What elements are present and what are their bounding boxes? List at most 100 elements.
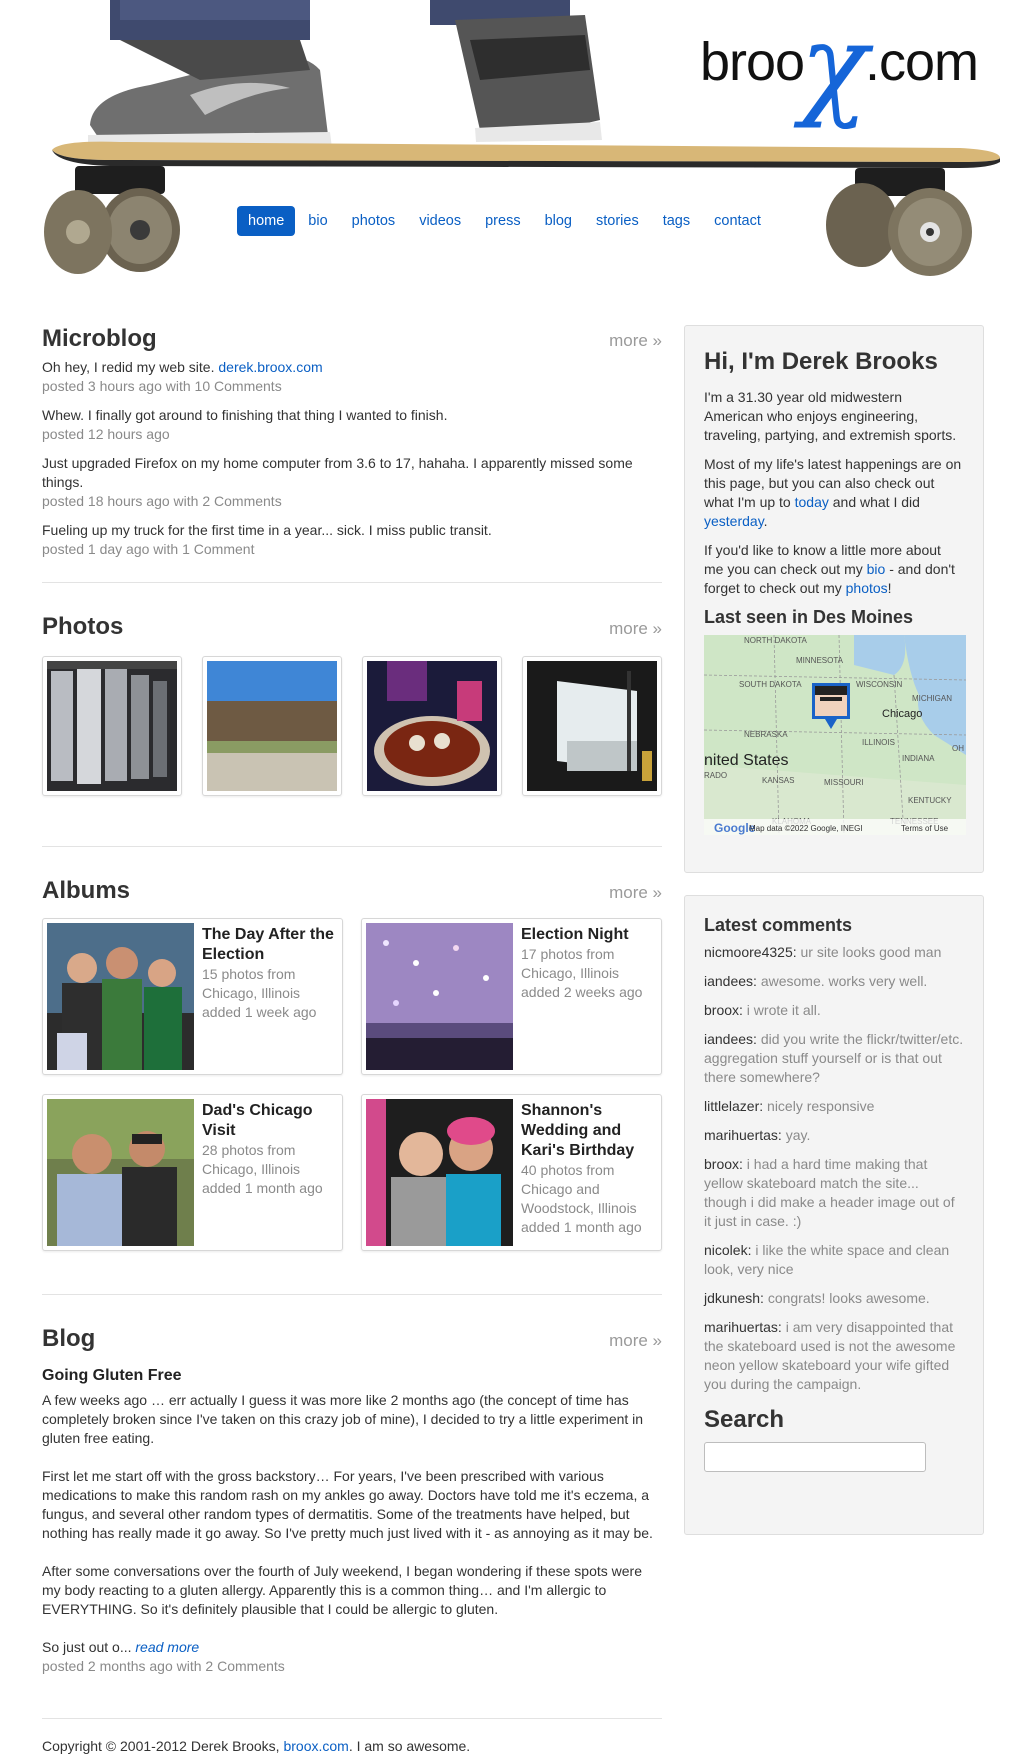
about-p3: If you'd like to know a little more abou… <box>704 541 964 598</box>
comment-user[interactable]: jdkunesh: <box>704 1290 764 1306</box>
about-box: Hi, I'm Derek Brooks I'm a 31.30 year ol… <box>684 325 984 873</box>
blog-section: Blog more » Going Gluten Free A few week… <box>42 1320 662 1676</box>
comment-user[interactable]: broox: <box>704 1156 743 1172</box>
map-label: MISSOURI <box>824 778 864 787</box>
map-attribution: Map data ©2022 Google, INEGI <box>749 824 863 833</box>
comment-text: nicely responsive <box>763 1098 875 1114</box>
album-place: Chicago, Illinois <box>202 985 301 1001</box>
site-footer: Copyright © 2001-2012 Derek Brooks, broo… <box>42 1718 662 1756</box>
comment-text: congrats! looks awesome. <box>763 1290 930 1306</box>
blog-paragraph: After some conversations over the fourth… <box>42 1563 642 1617</box>
map-label: OH <box>952 744 964 753</box>
yesterday-link[interactable]: yesterday <box>704 513 764 529</box>
album-card[interactable]: Dad's Chicago Visit 28 photos from Chica… <box>42 1094 343 1251</box>
micro-item: Fueling up my truck for the first time i… <box>42 521 662 559</box>
blog-paragraph: First let me start off with the gross ba… <box>42 1468 653 1541</box>
bio-link[interactable]: bio <box>867 561 886 577</box>
nav-stories[interactable]: stories <box>585 206 650 236</box>
blog-excerpt-end: So just out o... <box>42 1639 136 1655</box>
album-count: 15 photos from <box>202 966 296 982</box>
main-column: Microblog more » Oh hey, I redid my web … <box>42 320 662 1676</box>
search-title: Search <box>704 1406 785 1433</box>
comment-user[interactable]: littlelazer: <box>704 1098 763 1114</box>
micro-meta: posted 1 day ago with 1 Comment <box>42 541 255 557</box>
search-input[interactable] <box>704 1442 926 1472</box>
album-card[interactable]: The Day After the Election 15 photos fro… <box>42 918 343 1075</box>
map-label: MINNESOTA <box>796 656 844 665</box>
photo-thumb-tanks[interactable] <box>42 656 182 796</box>
nav-bio[interactable]: bio <box>297 206 338 236</box>
micro-text: Just upgraded Firefox on my home compute… <box>42 455 633 490</box>
microblog-title: Microblog <box>42 325 157 352</box>
micro-link[interactable]: derek.broox.com <box>218 359 322 375</box>
map-label: RADO <box>704 771 727 780</box>
album-cover <box>366 1099 513 1246</box>
nav-blog[interactable]: blog <box>534 206 583 236</box>
micro-item: Whew. I finally got around to finishing … <box>42 406 662 444</box>
map-label: nited States <box>704 752 789 769</box>
album-title[interactable]: Dad's Chicago Visit <box>202 1101 338 1141</box>
location-map[interactable]: NORTH DAKOTA MINNESOTA SOUTH DAKOTA WISC… <box>704 635 966 835</box>
micro-text: Fueling up my truck for the first time i… <box>42 522 492 538</box>
map-label: NORTH DAKOTA <box>744 636 807 645</box>
footer-link[interactable]: broox.com <box>283 1738 348 1754</box>
microblog-more-link[interactable]: more » <box>609 331 662 350</box>
nav-press[interactable]: press <box>474 206 531 236</box>
album-cover <box>366 923 513 1070</box>
album-title[interactable]: The Day After the Election <box>202 925 338 965</box>
album-cover <box>47 923 194 1070</box>
comment-text: ur site looks good man <box>796 944 942 960</box>
comment-user[interactable]: marihuertas: <box>704 1319 782 1335</box>
photo-thumb-field[interactable] <box>202 656 342 796</box>
blog-title: Blog <box>42 1325 96 1352</box>
comment-item: nicolek: i like the white space and clea… <box>704 1241 964 1279</box>
micro-item: Just upgraded Firefox on my home compute… <box>42 454 662 511</box>
micro-meta: posted 18 hours ago with 2 Comments <box>42 493 282 509</box>
comment-user[interactable]: nicmoore4325: <box>704 944 797 960</box>
site-logo[interactable]: brooχ.com <box>700 10 979 122</box>
comment-item: broox: i wrote it all. <box>704 1001 964 1020</box>
nav-photos[interactable]: photos <box>341 206 407 236</box>
nav-tags[interactable]: tags <box>652 206 701 236</box>
photos-more-link[interactable]: more » <box>609 619 662 638</box>
today-link[interactable]: today <box>795 494 829 510</box>
map-label: KANSAS <box>762 776 794 785</box>
map-terms-link: Terms of Use <box>901 824 949 833</box>
photos-link[interactable]: photos <box>846 580 888 596</box>
album-count: 28 photos from <box>202 1142 296 1158</box>
comment-text: yay. <box>781 1127 811 1143</box>
comment-item: nicmoore4325: ur site looks good man <box>704 943 964 962</box>
comment-user[interactable]: broox: <box>704 1002 743 1018</box>
comments-box: Latest comments nicmoore4325: ur site lo… <box>684 895 984 1535</box>
footer-copyright: Copyright © 2001-2012 Derek Brooks, <box>42 1738 284 1754</box>
micro-text: Whew. I finally got around to finishing … <box>42 407 448 423</box>
comment-user[interactable]: iandees: <box>704 1031 757 1047</box>
album-title[interactable]: Shannon's Wedding and Kari's Birthday <box>521 1101 657 1161</box>
album-card[interactable]: Election Night 17 photos from Chicago, I… <box>361 918 662 1075</box>
about-p2-text: and what I did <box>828 494 920 510</box>
microblog-section: Microblog more » Oh hey, I redid my web … <box>42 320 662 583</box>
nav-contact[interactable]: contact <box>703 206 772 236</box>
albums-more-link[interactable]: more » <box>609 883 662 902</box>
photo-thumb-wings[interactable] <box>362 656 502 796</box>
read-more-link[interactable]: read more <box>135 1639 199 1655</box>
comment-user[interactable]: iandees: <box>704 973 757 989</box>
photo-thumb-studio[interactable] <box>522 656 662 796</box>
comment-user[interactable]: nicolek: <box>704 1242 751 1258</box>
blog-post-title[interactable]: Going Gluten Free <box>42 1366 662 1385</box>
map-label: Chicago <box>882 708 922 720</box>
album-added: added 1 month ago <box>521 1219 642 1235</box>
comment-user[interactable]: marihuertas: <box>704 1127 782 1143</box>
about-p2: Most of my life's latest happenings are … <box>704 455 964 531</box>
album-cover <box>47 1099 194 1246</box>
album-card[interactable]: Shannon's Wedding and Kari's Birthday 40… <box>361 1094 662 1251</box>
nav-videos[interactable]: videos <box>408 206 472 236</box>
map-label: NEBRASKA <box>744 730 788 739</box>
photos-title: Photos <box>42 613 124 640</box>
album-title[interactable]: Election Night <box>521 925 642 945</box>
comment-text: i wrote it all. <box>742 1002 821 1018</box>
albums-title: Albums <box>42 877 131 904</box>
nav-home[interactable]: home <box>237 206 296 236</box>
blog-more-link[interactable]: more » <box>609 1331 662 1350</box>
micro-meta: posted 3 hours ago with 10 Comments <box>42 378 282 394</box>
